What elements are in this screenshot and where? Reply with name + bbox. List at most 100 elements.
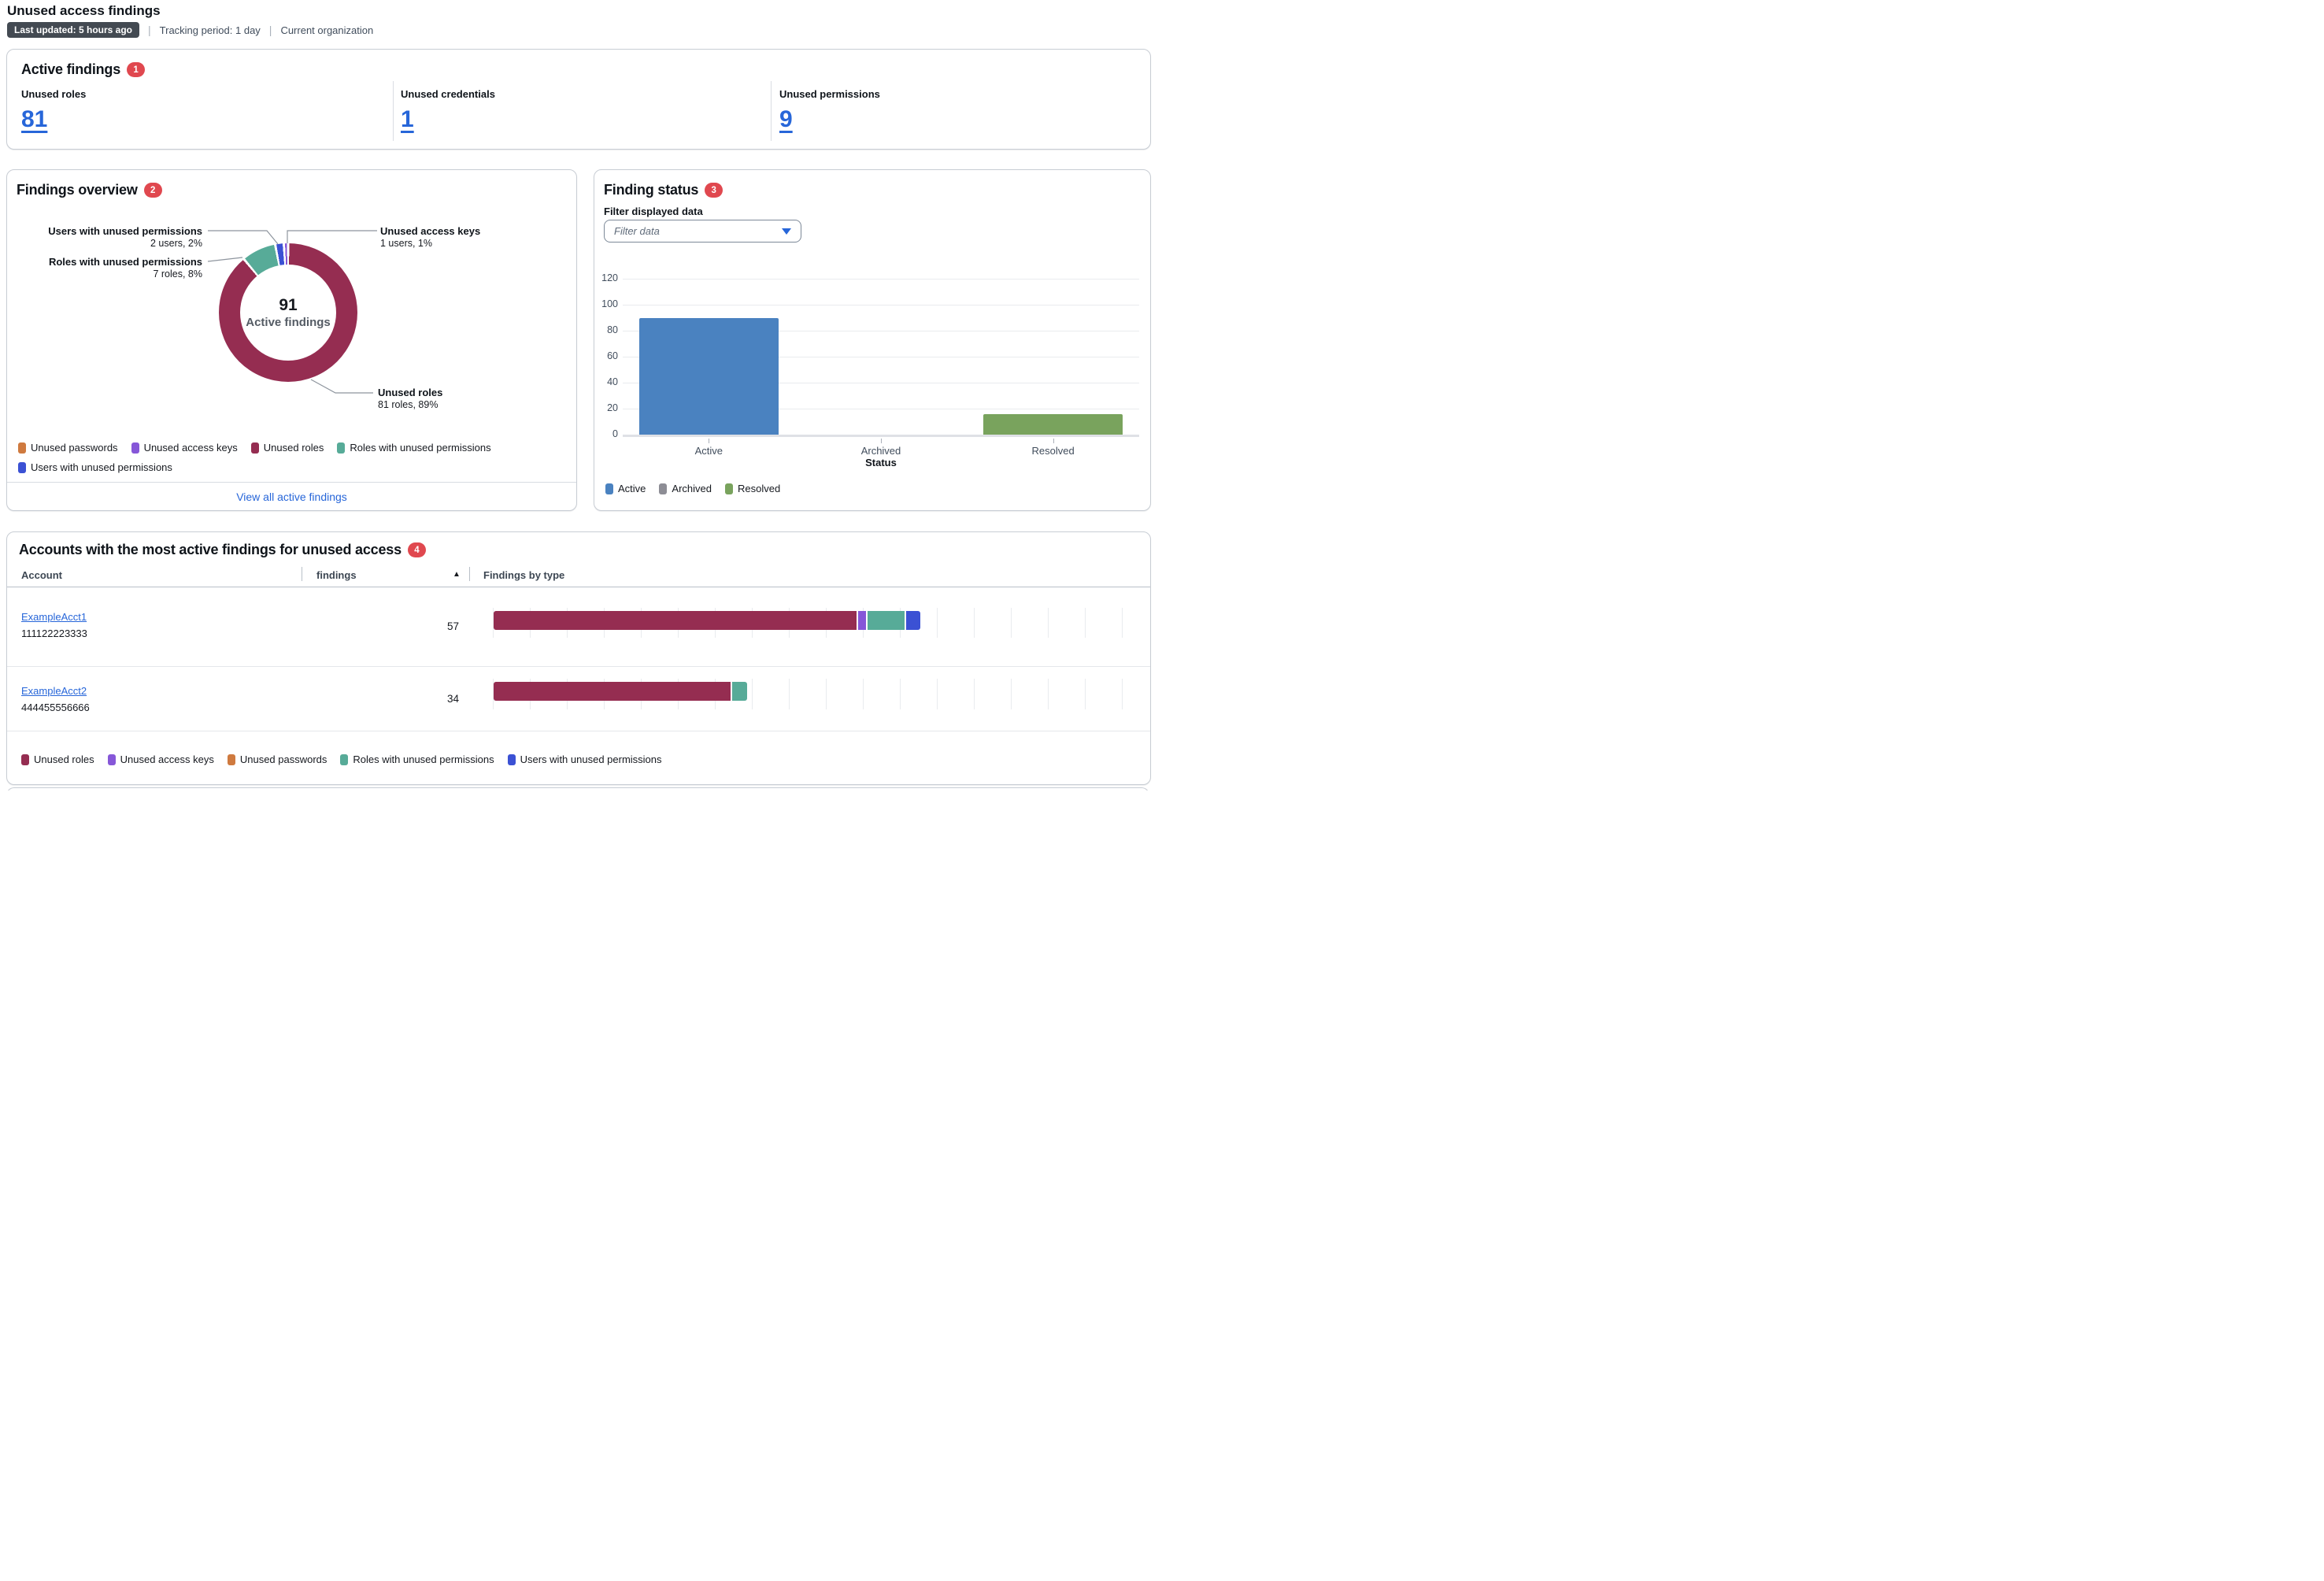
column-divider xyxy=(393,81,394,141)
sort-ascending-icon[interactable]: ▲ xyxy=(453,570,461,579)
x-axis-tick xyxy=(881,439,882,443)
callout-unused-access-keys: Unused access keys 1 users, 1% xyxy=(380,226,480,249)
legend-item: Unused passwords xyxy=(18,442,118,454)
legend-swatch-icon xyxy=(228,754,235,765)
legend-label: Unused passwords xyxy=(31,442,118,454)
callout-detail: 2 users, 2% xyxy=(48,238,202,250)
legend-swatch-icon xyxy=(340,754,348,765)
legend-label: Users with unused permissions xyxy=(31,461,172,473)
callout-badge-3: 3 xyxy=(705,183,723,198)
account-id: 444455556666 xyxy=(21,702,90,713)
column-header-findings-by-type: Findings by type xyxy=(483,569,564,581)
organization-label: Current organization xyxy=(280,24,373,36)
findings-overview-legend: Unused passwordsUnused access keysUnused… xyxy=(18,442,565,473)
findings-by-type-bar xyxy=(493,679,1123,709)
legend-label: Active xyxy=(618,483,646,494)
status-axis-title: Status xyxy=(623,457,1139,468)
finding-status-legend: Active Archived Resolved xyxy=(605,483,780,494)
bar-segment-unused-roles xyxy=(494,682,731,701)
finding-status-card: Finding status 3 Filter displayed data F… xyxy=(594,169,1151,511)
bar-active xyxy=(639,318,779,435)
legend-item: Unused passwords xyxy=(228,753,328,765)
legend-label: Unused roles xyxy=(264,442,324,454)
unused-credentials-count-link[interactable]: 1 xyxy=(401,106,414,133)
legend-item: Unused access keys xyxy=(108,753,214,765)
legend-swatch-icon xyxy=(131,442,139,454)
callout-detail: 81 roles, 89% xyxy=(378,399,442,411)
x-axis-category-label: Resolved xyxy=(967,445,1139,457)
legend-item: Resolved xyxy=(725,483,780,494)
finding-status-bar-chart: 020406080100120ActiveArchivedResolved xyxy=(623,279,1139,435)
legend-label: Unused passwords xyxy=(240,753,328,765)
filter-displayed-data-label: Filter displayed data xyxy=(604,205,703,217)
bar-resolved xyxy=(983,414,1123,435)
y-axis-tick-label: 100 xyxy=(594,298,618,309)
tracking-period-label: Tracking period: 1 day xyxy=(160,24,261,36)
x-axis-category-label: Archived xyxy=(795,445,968,457)
metric-label: Unused permissions xyxy=(779,88,880,100)
unused-roles-count-link[interactable]: 81 xyxy=(21,106,47,133)
legend-swatch-icon xyxy=(108,754,116,765)
donut-total-caption: Active findings xyxy=(246,316,331,329)
accounts-most-findings-card: Accounts with the most active findings f… xyxy=(6,531,1151,785)
legend-item: Unused roles xyxy=(21,753,94,765)
legend-item: Active xyxy=(605,483,646,494)
bar-segment-unused-access-keys xyxy=(858,611,865,630)
callout-unused-roles: Unused roles 81 roles, 89% xyxy=(378,387,442,410)
unused-permissions-count-link[interactable]: 9 xyxy=(779,106,793,133)
callout-badge-1: 1 xyxy=(127,62,145,77)
next-card-edge xyxy=(6,787,1149,790)
bar-segment-roles-with-unused-permissions xyxy=(868,611,905,630)
view-all-active-findings-link[interactable]: View all active findings xyxy=(7,491,576,503)
header-divider xyxy=(469,567,470,581)
y-axis-tick-label: 0 xyxy=(594,428,618,439)
callout-roles-with-unused-permissions: Roles with unused permissions 7 roles, 8… xyxy=(49,257,202,280)
active-findings-card: Active findings 1 Unused roles 81 Unused… xyxy=(6,49,1151,150)
x-axis-baseline xyxy=(623,435,1139,437)
legend-swatch-icon xyxy=(725,483,733,494)
legend-item: Roles with unused permissions xyxy=(337,442,490,454)
callout-detail: 1 users, 1% xyxy=(380,238,480,250)
donut-total-value: 91 xyxy=(279,296,297,315)
meta-separator: | xyxy=(148,24,151,36)
column-header-account: Account xyxy=(21,569,62,581)
row-divider xyxy=(7,666,1150,667)
legend-label: Roles with unused permissions xyxy=(353,753,494,765)
page-title: Unused access findings xyxy=(7,3,161,19)
y-axis-tick-label: 60 xyxy=(594,350,618,361)
chevron-down-icon xyxy=(782,228,791,235)
finding-status-title: Finding status xyxy=(604,182,698,198)
account-link[interactable]: ExampleAcct1 xyxy=(21,611,87,623)
bar-segment-users-with-unused-permissions xyxy=(906,611,921,630)
account-link[interactable]: ExampleAcct2 xyxy=(21,685,87,697)
legend-item: Users with unused permissions xyxy=(508,753,662,765)
findings-by-type-bar xyxy=(493,608,1123,638)
y-axis-tick-label: 80 xyxy=(594,324,618,335)
metric-unused-permissions: Unused permissions 9 xyxy=(779,88,880,133)
findings-overview-card: Findings overview 2 91 Active findings U… xyxy=(6,169,577,511)
legend-swatch-icon xyxy=(18,462,26,473)
unused-access-findings-dashboard: Unused access findings Last updated: 5 h… xyxy=(0,0,1162,790)
legend-swatch-icon xyxy=(508,754,516,765)
legend-swatch-icon xyxy=(251,442,259,454)
legend-item: Archived xyxy=(659,483,712,494)
y-axis-tick-label: 120 xyxy=(594,272,618,283)
metric-label: Unused roles xyxy=(21,88,86,100)
callout-badge-4: 4 xyxy=(408,542,426,557)
legend-swatch-icon xyxy=(337,442,345,454)
bar-segment-roles-with-unused-permissions xyxy=(732,682,747,701)
filter-data-placeholder: Filter data xyxy=(614,225,660,237)
account-id: 111122223333 xyxy=(21,628,87,639)
callout-title: Unused roles xyxy=(378,387,442,399)
column-header-findings[interactable]: findings xyxy=(316,569,357,581)
meta-separator: | xyxy=(269,24,272,36)
legend-swatch-icon xyxy=(605,483,613,494)
gridline xyxy=(623,279,1139,280)
legend-item: Roles with unused permissions xyxy=(340,753,494,765)
donut-center-label: 91 Active findings xyxy=(219,243,357,382)
legend-label: Roles with unused permissions xyxy=(350,442,490,454)
card-footer-divider xyxy=(7,482,576,483)
legend-swatch-icon xyxy=(18,442,26,454)
last-updated-badge: Last updated: 5 hours ago xyxy=(7,22,139,38)
filter-data-select[interactable]: Filter data xyxy=(604,220,801,243)
